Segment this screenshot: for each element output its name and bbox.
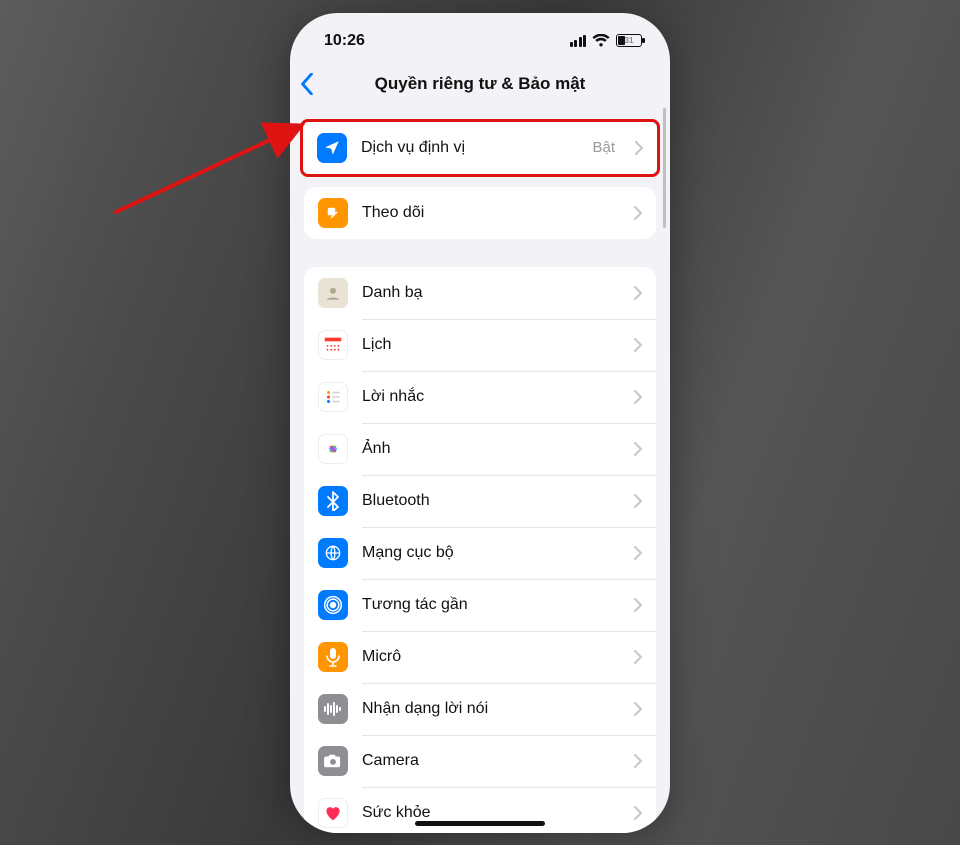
chevron-right-icon xyxy=(634,546,642,560)
chevron-right-icon xyxy=(635,141,643,155)
row-label: Lời nhắc xyxy=(362,388,614,406)
back-button[interactable] xyxy=(300,73,314,95)
row-label: Lịch xyxy=(362,336,614,354)
globe-grid-icon xyxy=(318,538,348,568)
row-bluetooth[interactable]: Bluetooth xyxy=(304,475,656,527)
row-camera[interactable]: Camera xyxy=(304,735,656,787)
row-photos[interactable]: Ảnh xyxy=(304,423,656,475)
row-label: Tương tác gần xyxy=(362,596,614,614)
reminders-icon xyxy=(318,382,348,412)
chevron-right-icon xyxy=(634,806,642,820)
highlighted-location-row: Dịch vụ định vị Bật xyxy=(300,119,660,177)
row-label: Camera xyxy=(362,752,614,770)
status-right: 31 xyxy=(570,34,643,47)
row-speech-recognition[interactable]: Nhận dạng lời nói xyxy=(304,683,656,735)
chevron-right-icon xyxy=(634,702,642,716)
chevron-right-icon xyxy=(634,494,642,508)
row-tracking[interactable]: Theo dõi xyxy=(304,187,656,239)
row-label: Micrô xyxy=(362,648,614,666)
battery-icon: 31 xyxy=(616,34,642,47)
bluetooth-icon xyxy=(318,486,348,516)
row-label: Danh bạ xyxy=(362,284,614,302)
row-label: Theo dõi xyxy=(362,204,614,222)
chevron-left-icon xyxy=(300,73,314,95)
row-label: Mạng cục bộ xyxy=(362,544,614,562)
nearby-icon xyxy=(318,590,348,620)
settings-group-2: Danh bạ Lịch Lời nhắc Ảnh xyxy=(304,267,656,833)
chevron-right-icon xyxy=(634,390,642,404)
row-reminders[interactable]: Lời nhắc xyxy=(304,371,656,423)
health-heart-icon xyxy=(318,798,348,828)
chevron-right-icon xyxy=(634,286,642,300)
scrollbar[interactable] xyxy=(663,108,666,228)
row-contacts[interactable]: Danh bạ xyxy=(304,267,656,319)
nav-header: Quyền riêng tư & Bảo mật xyxy=(290,61,670,107)
status-bar: 10:26 31 xyxy=(290,13,670,61)
row-health[interactable]: Sức khỏe xyxy=(304,787,656,833)
calendar-icon xyxy=(318,330,348,360)
chevron-right-icon xyxy=(634,338,642,352)
row-calendar[interactable]: Lịch xyxy=(304,319,656,371)
row-label: Ảnh xyxy=(362,440,614,458)
chevron-right-icon xyxy=(634,598,642,612)
wifi-icon xyxy=(592,34,610,47)
row-location-services[interactable]: Dịch vụ định vị Bật xyxy=(303,122,657,174)
settings-group-1: Theo dõi xyxy=(304,187,656,239)
cellular-signal-icon xyxy=(570,35,587,47)
row-label: Bluetooth xyxy=(362,492,614,510)
home-indicator[interactable] xyxy=(415,821,545,826)
row-microphone[interactable]: Micrô xyxy=(304,631,656,683)
contacts-icon xyxy=(318,278,348,308)
row-local-network[interactable]: Mạng cục bộ xyxy=(304,527,656,579)
camera-icon xyxy=(318,746,348,776)
waveform-icon xyxy=(318,694,348,724)
row-label: Dịch vụ định vị xyxy=(361,139,578,157)
row-label: Nhận dạng lời nói xyxy=(362,700,614,718)
status-time: 10:26 xyxy=(324,32,365,50)
chevron-right-icon xyxy=(634,650,642,664)
phone-frame: 10:26 31 Quyền riêng tư & Bảo mật Dịch v… xyxy=(290,13,670,833)
location-arrow-icon xyxy=(317,133,347,163)
row-label: Sức khỏe xyxy=(362,804,614,822)
tracking-icon xyxy=(318,198,348,228)
microphone-icon xyxy=(318,642,348,672)
page-title: Quyền riêng tư & Bảo mật xyxy=(375,74,586,94)
chevron-right-icon xyxy=(634,206,642,220)
photos-icon xyxy=(318,434,348,464)
row-value: Bật xyxy=(592,139,615,156)
chevron-right-icon xyxy=(634,442,642,456)
row-nearby-interactions[interactable]: Tương tác gần xyxy=(304,579,656,631)
annotation-arrow xyxy=(108,110,318,220)
chevron-right-icon xyxy=(634,754,642,768)
